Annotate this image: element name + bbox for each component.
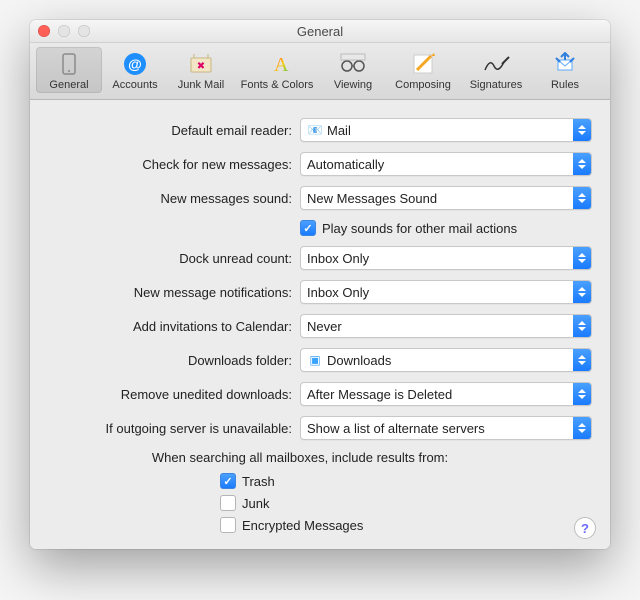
search-section-title: When searching all mailboxes, include re… (30, 450, 592, 465)
label-junk: Junk (242, 496, 269, 511)
row-downloads-folder: Downloads folder: ▣ Downloads (48, 348, 592, 372)
fonts-colors-icon: A (262, 51, 292, 77)
row-notifications: New message notifications: Inbox Only (48, 280, 592, 304)
select-remove-downloads[interactable]: After Message is Deleted (300, 382, 592, 406)
row-search-trash: Trash (220, 473, 592, 489)
chevron-updown-icon (573, 281, 591, 303)
select-value: Mail (327, 123, 573, 138)
label-encrypted: Encrypted Messages (242, 518, 363, 533)
preferences-toolbar: General @ Accounts ✖ Junk Mail A Fonts &… (30, 43, 610, 100)
select-default-reader[interactable]: 📧 Mail (300, 118, 592, 142)
label-check-messages: Check for new messages: (48, 157, 300, 172)
tab-rules[interactable]: Rules (532, 47, 598, 93)
preferences-window: General General @ Accounts ✖ Junk Mail A… (30, 20, 610, 549)
row-new-sound: New messages sound: New Messages Sound (48, 186, 592, 210)
checkbox-play-sounds[interactable] (300, 220, 316, 236)
label-downloads-folder: Downloads folder: (48, 353, 300, 368)
tab-label: Composing (395, 79, 451, 91)
composing-icon (408, 51, 438, 77)
chevron-updown-icon (573, 349, 591, 371)
row-search-junk: Junk (220, 495, 592, 511)
tab-general[interactable]: General (36, 47, 102, 93)
svg-text:@: @ (128, 56, 142, 72)
select-new-sound[interactable]: New Messages Sound (300, 186, 592, 210)
tab-label: Rules (551, 79, 579, 91)
signatures-icon (481, 51, 511, 77)
tab-accounts[interactable]: @ Accounts (102, 47, 168, 93)
window-controls (38, 25, 90, 37)
mail-app-icon: 📧 (307, 122, 323, 138)
folder-icon: ▣ (307, 352, 323, 368)
row-default-reader: Default email reader: 📧 Mail (48, 118, 592, 142)
junk-mail-icon: ✖ (186, 51, 216, 77)
row-play-sounds: Play sounds for other mail actions (48, 220, 592, 236)
tab-viewing[interactable]: Viewing (320, 47, 386, 93)
select-value: After Message is Deleted (307, 387, 573, 402)
tab-label: Accounts (112, 79, 157, 91)
label-remove-downloads: Remove unedited downloads: (48, 387, 300, 402)
chevron-updown-icon (573, 417, 591, 439)
select-value: Never (307, 319, 573, 334)
select-notifications[interactable]: Inbox Only (300, 280, 592, 304)
viewing-icon (338, 51, 368, 77)
tab-label: Signatures (470, 79, 523, 91)
select-value: New Messages Sound (307, 191, 573, 206)
chevron-updown-icon (573, 153, 591, 175)
tab-signatures[interactable]: Signatures (460, 47, 532, 93)
select-value: Downloads (327, 353, 573, 368)
checkbox-junk[interactable] (220, 495, 236, 511)
label-trash: Trash (242, 474, 275, 489)
select-outgoing-unavailable[interactable]: Show a list of alternate servers (300, 416, 592, 440)
select-value: Show a list of alternate servers (307, 421, 573, 436)
select-value: Inbox Only (307, 251, 573, 266)
label-dock-unread: Dock unread count: (48, 251, 300, 266)
tab-composing[interactable]: Composing (386, 47, 460, 93)
chevron-updown-icon (573, 247, 591, 269)
chevron-updown-icon (573, 383, 591, 405)
tab-label: General (49, 79, 88, 91)
tab-label: Viewing (334, 79, 372, 91)
titlebar: General (30, 20, 610, 43)
select-value: Automatically (307, 157, 573, 172)
checkbox-encrypted[interactable] (220, 517, 236, 533)
row-remove-downloads: Remove unedited downloads: After Message… (48, 382, 592, 406)
select-downloads-folder[interactable]: ▣ Downloads (300, 348, 592, 372)
label-notifications: New message notifications: (48, 285, 300, 300)
rules-icon (550, 51, 580, 77)
row-check-messages: Check for new messages: Automatically (48, 152, 592, 176)
help-button[interactable]: ? (574, 517, 596, 539)
label-default-reader: Default email reader: (48, 123, 300, 138)
help-icon: ? (581, 521, 589, 536)
row-search-encrypted: Encrypted Messages (220, 517, 592, 533)
chevron-updown-icon (573, 119, 591, 141)
label-invitations: Add invitations to Calendar: (48, 319, 300, 334)
tab-label: Fonts & Colors (241, 79, 314, 91)
chevron-updown-icon (573, 187, 591, 209)
window-title: General (30, 24, 610, 39)
close-icon[interactable] (38, 25, 50, 37)
general-icon (54, 51, 84, 77)
zoom-icon[interactable] (78, 25, 90, 37)
content-pane: Default email reader: 📧 Mail Check for n… (30, 100, 610, 549)
select-value: Inbox Only (307, 285, 573, 300)
select-invitations[interactable]: Never (300, 314, 592, 338)
accounts-icon: @ (120, 51, 150, 77)
chevron-updown-icon (573, 315, 591, 337)
label-new-sound: New messages sound: (48, 191, 300, 206)
search-options: Trash Junk Encrypted Messages (220, 473, 592, 533)
tab-junk-mail[interactable]: ✖ Junk Mail (168, 47, 234, 93)
checkbox-trash[interactable] (220, 473, 236, 489)
row-outgoing-unavailable: If outgoing server is unavailable: Show … (48, 416, 592, 440)
svg-text:✖: ✖ (197, 61, 205, 72)
minimize-icon[interactable] (58, 25, 70, 37)
label-play-sounds: Play sounds for other mail actions (322, 221, 517, 236)
row-invitations: Add invitations to Calendar: Never (48, 314, 592, 338)
label-outgoing-unavailable: If outgoing server is unavailable: (48, 421, 300, 436)
row-dock-unread: Dock unread count: Inbox Only (48, 246, 592, 270)
tab-label: Junk Mail (178, 79, 224, 91)
tab-fonts-colors[interactable]: A Fonts & Colors (234, 47, 320, 93)
svg-text:A: A (274, 54, 289, 76)
select-check-messages[interactable]: Automatically (300, 152, 592, 176)
select-dock-unread[interactable]: Inbox Only (300, 246, 592, 270)
